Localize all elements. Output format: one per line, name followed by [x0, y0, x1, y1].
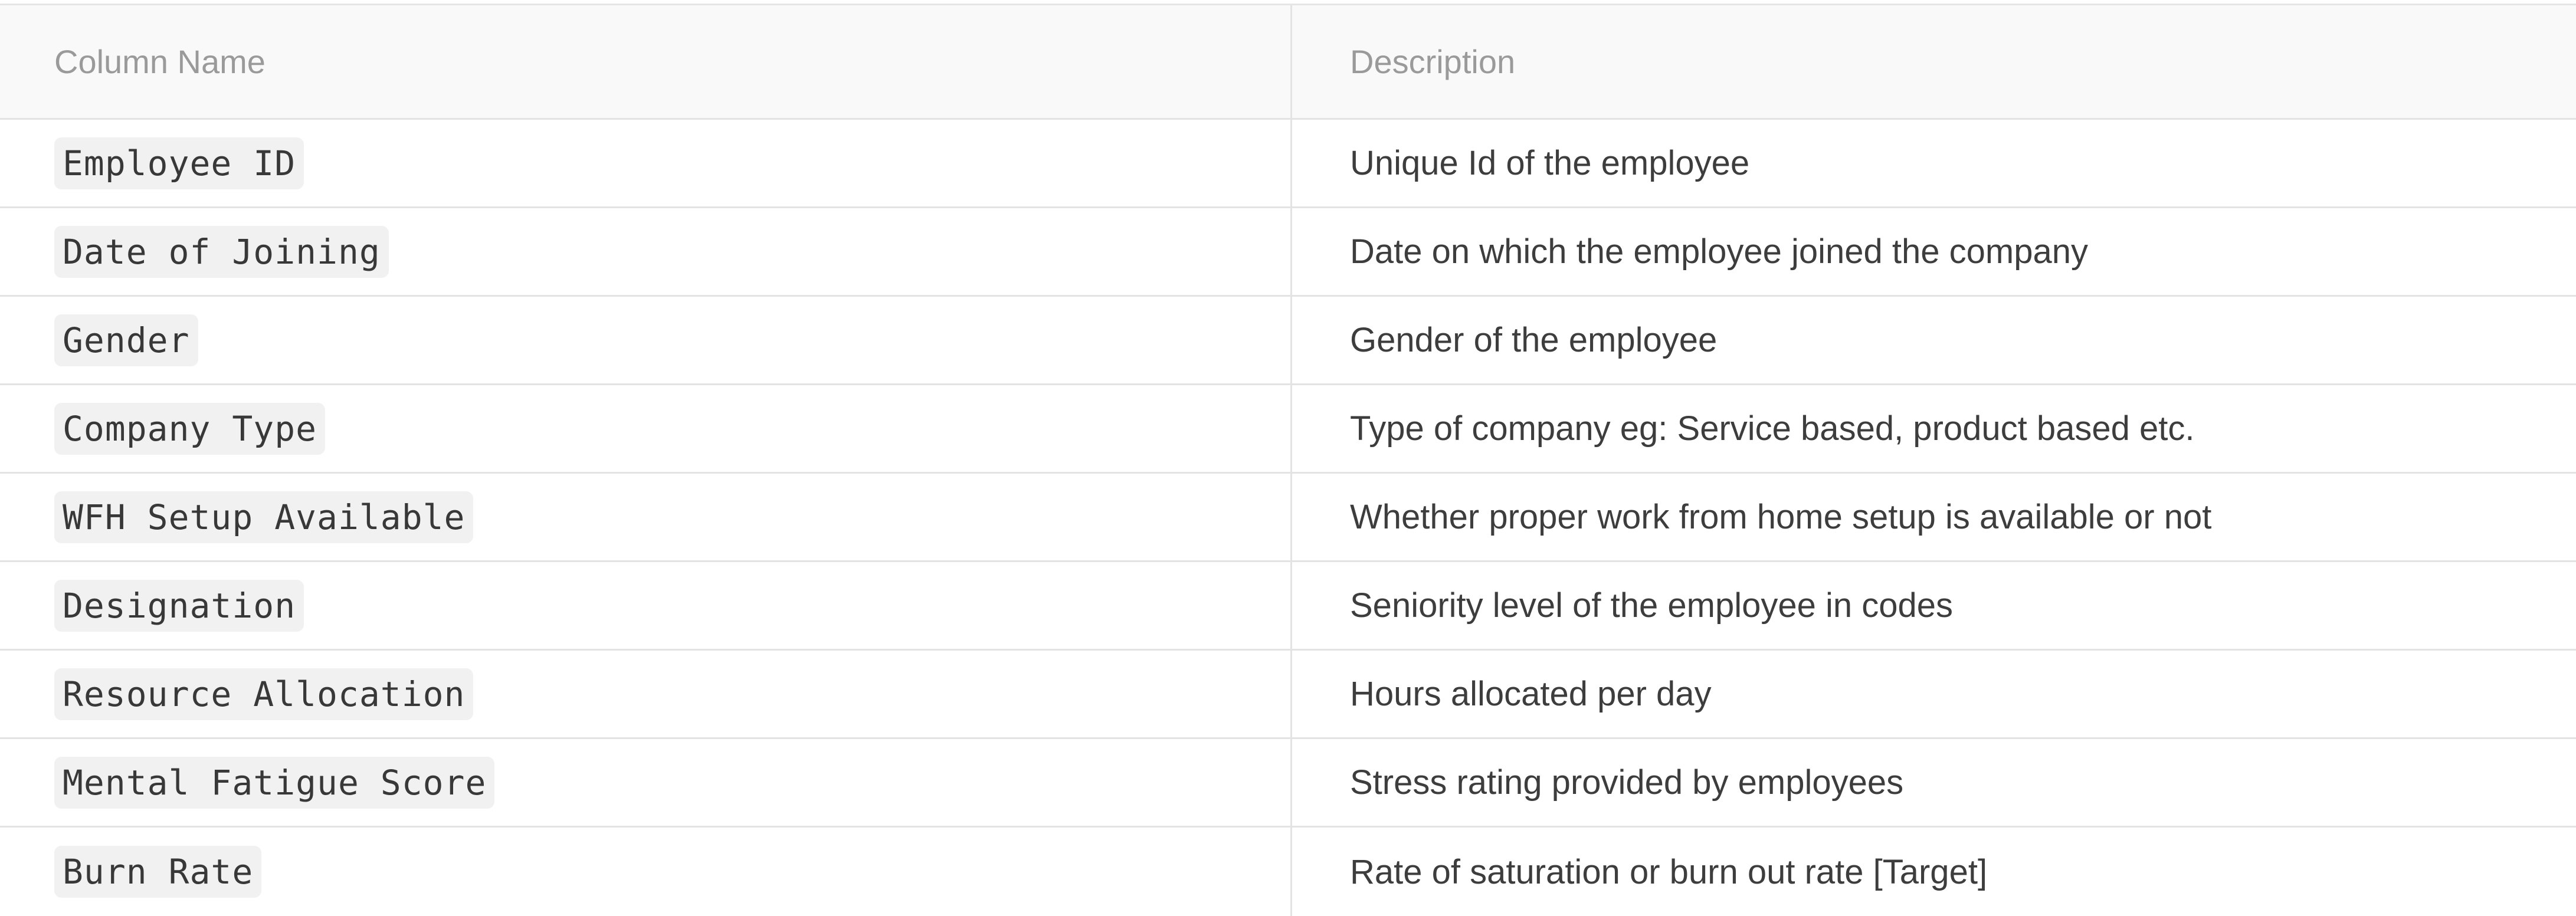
column-name-cell: Gender [0, 297, 1292, 383]
header-label-description: Description [1350, 43, 1516, 80]
column-name-code: Burn Rate [54, 846, 262, 898]
column-name-code: Mental Fatigue Score [54, 756, 495, 809]
description-text: Rate of saturation or burn out rate [Tar… [1350, 852, 1988, 891]
column-name-code: Company Type [54, 402, 326, 455]
table-row: Date of Joining Date on which the employ… [0, 208, 2576, 297]
description-text: Hours allocated per day [1350, 675, 1712, 713]
description-cell: Whether proper work from home setup is a… [1292, 474, 2576, 560]
description-cell: Gender of the employee [1292, 297, 2576, 383]
table-row: Company Type Type of company eg: Service… [0, 385, 2576, 474]
description-text: Gender of the employee [1350, 321, 1718, 359]
description-cell: Stress rating provided by employees [1292, 739, 2576, 826]
column-name-cell: Mental Fatigue Score [0, 739, 1292, 826]
description-text: Unique Id of the employee [1350, 144, 1750, 182]
column-name-cell: Employee ID [0, 120, 1292, 206]
description-cell: Date on which the employee joined the co… [1292, 208, 2576, 295]
data-dictionary-table: Column Name Description Employee ID Uniq… [0, 4, 2576, 916]
column-name-code: Gender [54, 314, 198, 366]
column-name-cell: Date of Joining [0, 208, 1292, 295]
description-cell: Hours allocated per day [1292, 651, 2576, 737]
column-name-code: WFH Setup Available [54, 491, 474, 543]
description-text: Seniority level of the employee in codes [1350, 586, 1954, 625]
column-name-code: Designation [54, 579, 304, 632]
table-row: Gender Gender of the employee [0, 297, 2576, 385]
column-name-cell: Burn Rate [0, 828, 1292, 916]
table-row: Designation Seniority level of the emplo… [0, 562, 2576, 651]
table-header-row: Column Name Description [0, 5, 2576, 120]
column-name-code: Employee ID [54, 137, 304, 189]
header-cell-column-name: Column Name [0, 5, 1292, 118]
column-name-code: Date of Joining [54, 225, 389, 278]
description-text: Type of company eg: Service based, produ… [1350, 409, 2195, 448]
description-text: Stress rating provided by employees [1350, 763, 1904, 802]
header-label-column-name: Column Name [54, 43, 266, 80]
description-cell: Unique Id of the employee [1292, 120, 2576, 206]
column-name-cell: Resource Allocation [0, 651, 1292, 737]
header-cell-description: Description [1292, 5, 2576, 118]
table-row: WFH Setup Available Whether proper work … [0, 474, 2576, 562]
column-name-cell: Company Type [0, 385, 1292, 472]
table-row: Mental Fatigue Score Stress rating provi… [0, 739, 2576, 828]
description-text: Date on which the employee joined the co… [1350, 232, 2088, 271]
table-row: Burn Rate Rate of saturation or burn out… [0, 828, 2576, 916]
table-row: Resource Allocation Hours allocated per … [0, 651, 2576, 739]
column-name-cell: Designation [0, 562, 1292, 649]
description-cell: Rate of saturation or burn out rate [Tar… [1292, 828, 2576, 916]
description-text: Whether proper work from home setup is a… [1350, 498, 2212, 536]
description-cell: Seniority level of the employee in codes [1292, 562, 2576, 649]
description-cell: Type of company eg: Service based, produ… [1292, 385, 2576, 472]
column-name-cell: WFH Setup Available [0, 474, 1292, 560]
table-row: Employee ID Unique Id of the employee [0, 120, 2576, 208]
column-name-code: Resource Allocation [54, 668, 474, 720]
